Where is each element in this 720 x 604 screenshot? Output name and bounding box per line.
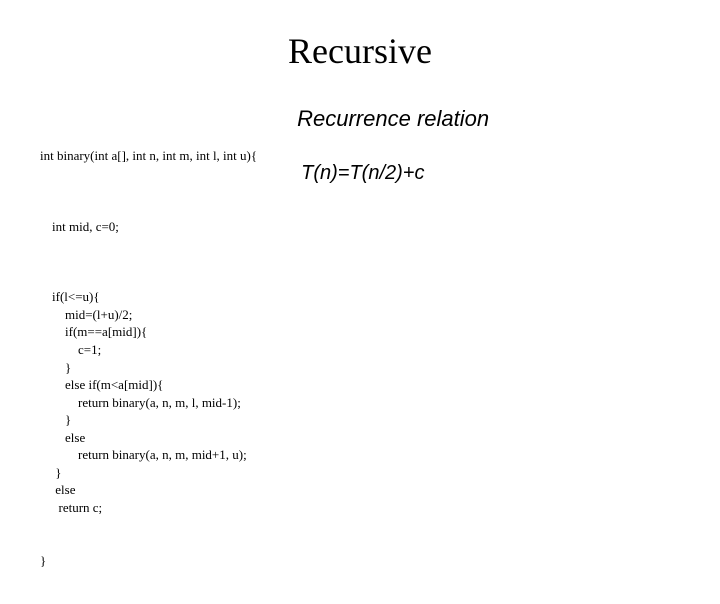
slide-title: Recursive (40, 30, 680, 72)
code-signature: int binary(int a[], int n, int m, int l,… (40, 147, 257, 165)
code-body: if(l<=u){ mid=(l+u)/2; if(m==a[mid]){ c=… (52, 288, 257, 516)
code-column: int binary(int a[], int n, int m, int l,… (40, 112, 257, 604)
recurrence-formula: T(n)=T(n/2)+c (301, 162, 680, 185)
slide: Recursive int binary(int a[], int n, int… (0, 0, 720, 540)
code-close: } (40, 552, 257, 570)
code-declaration: int mid, c=0; (52, 218, 257, 236)
content-row: int binary(int a[], int n, int m, int l,… (40, 112, 680, 604)
right-column: Recurrence relation T(n)=T(n/2)+c (297, 112, 680, 604)
recurrence-heading: Recurrence relation (297, 106, 680, 132)
